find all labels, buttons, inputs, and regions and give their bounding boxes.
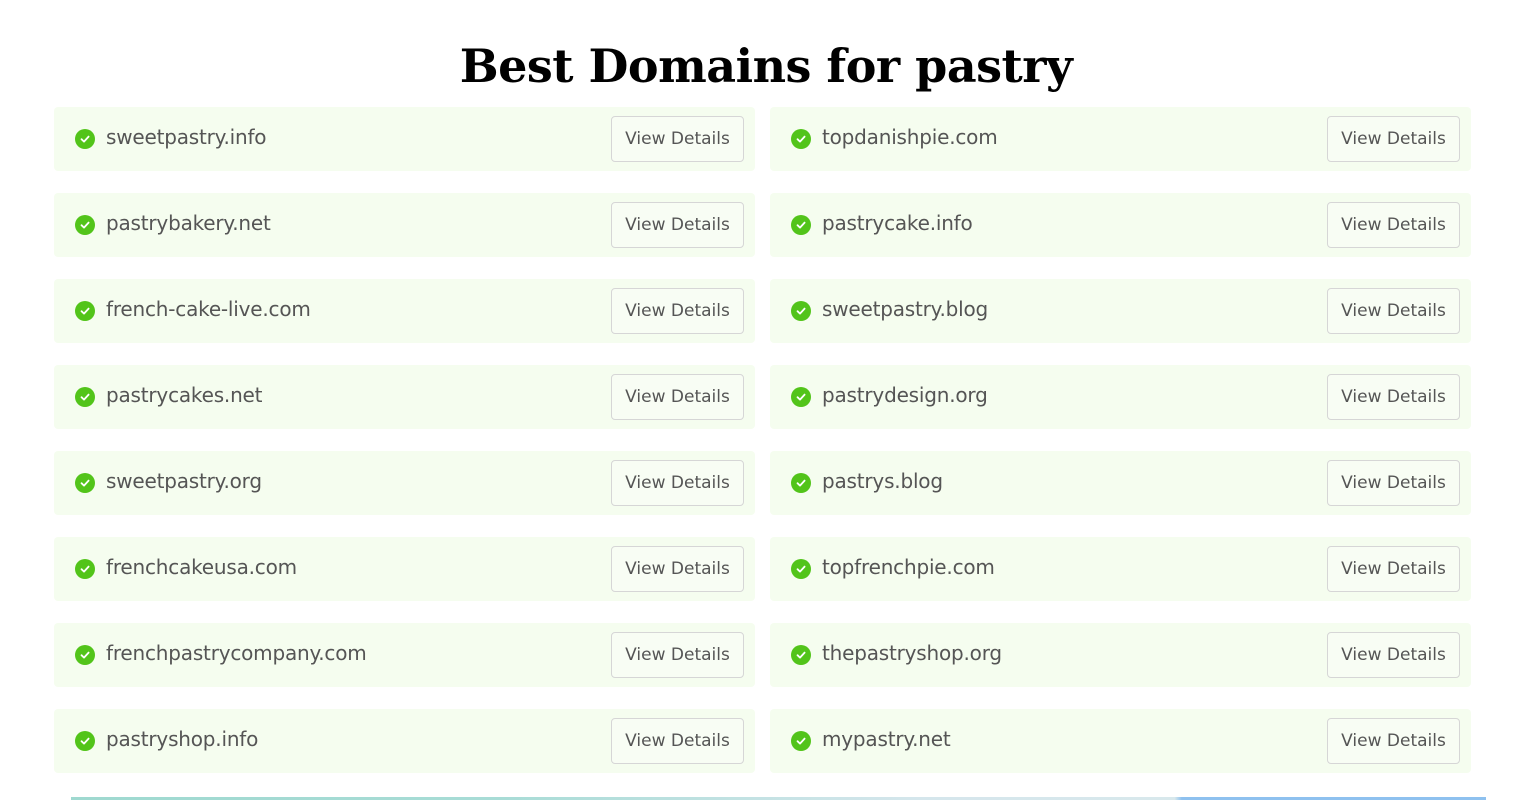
- domain-list: sweetpastry.info View Details topdanishpie…: [54, 107, 1471, 773]
- domain-card: sweetpastry.org View Details: [54, 451, 755, 515]
- check-circle-icon: [791, 559, 811, 579]
- check-circle-icon: [75, 559, 95, 579]
- domain-name: pastrycakes.net: [106, 383, 263, 407]
- check-circle-icon: [791, 215, 811, 235]
- view-details-button[interactable]: View Details: [611, 460, 744, 506]
- check-circle-icon: [791, 645, 811, 665]
- check-circle-icon: [791, 473, 811, 493]
- domain-name: topfrenchpie.com: [822, 555, 995, 579]
- domain-name: pastrycake.info: [822, 211, 973, 235]
- domain-card: pastrys.blog View Details: [770, 451, 1471, 515]
- domain-name: pastryshop.info: [106, 727, 259, 751]
- domain-name: sweetpastry.blog: [822, 297, 988, 321]
- domain-card: sweetpastry.info View Details: [54, 107, 755, 171]
- check-circle-icon: [791, 301, 811, 321]
- view-details-button[interactable]: View Details: [1327, 202, 1460, 248]
- domain-card: topfrenchpie.com View Details: [770, 537, 1471, 601]
- domain-name: frenchpastrycompany.com: [106, 641, 367, 665]
- domain-name: pastrybakery.net: [106, 211, 271, 235]
- domain-name: topdanishpie.com: [822, 125, 998, 149]
- domain-name: pastrys.blog: [822, 469, 943, 493]
- domain-card: frenchcakeusa.com View Details: [54, 537, 755, 601]
- domain-name: frenchcakeusa.com: [106, 555, 297, 579]
- view-details-button[interactable]: View Details: [1327, 116, 1460, 162]
- domain-card: mypastry.net View Details: [770, 709, 1471, 773]
- check-circle-icon: [75, 215, 95, 235]
- view-details-button[interactable]: View Details: [1327, 718, 1460, 764]
- view-details-button[interactable]: View Details: [611, 546, 744, 592]
- domain-card: pastrycake.info View Details: [770, 193, 1471, 257]
- page-title: Best Domains for pastry: [0, 39, 1532, 93]
- view-details-button[interactable]: View Details: [611, 718, 744, 764]
- view-details-button[interactable]: View Details: [611, 202, 744, 248]
- domain-card: thepastryshop.org View Details: [770, 623, 1471, 687]
- check-circle-icon: [75, 387, 95, 407]
- check-circle-icon: [75, 645, 95, 665]
- domain-name: thepastryshop.org: [822, 641, 1002, 665]
- view-details-button[interactable]: View Details: [611, 288, 744, 334]
- check-circle-icon: [75, 129, 95, 149]
- check-circle-icon: [791, 129, 811, 149]
- view-details-button[interactable]: View Details: [1327, 288, 1460, 334]
- check-circle-icon: [75, 731, 95, 751]
- view-details-button[interactable]: View Details: [611, 116, 744, 162]
- view-details-button[interactable]: View Details: [611, 632, 744, 678]
- domain-card: pastryshop.info View Details: [54, 709, 755, 773]
- domain-card: frenchpastrycompany.com View Details: [54, 623, 755, 687]
- domain-card: pastrydesign.org View Details: [770, 365, 1471, 429]
- domain-card: pastrybakery.net View Details: [54, 193, 755, 257]
- check-circle-icon: [791, 387, 811, 407]
- domain-name: pastrydesign.org: [822, 383, 988, 407]
- domain-card: sweetpastry.blog View Details: [770, 279, 1471, 343]
- title-keyword: pastry: [915, 38, 1073, 93]
- view-details-button[interactable]: View Details: [1327, 546, 1460, 592]
- domain-card: pastrycakes.net View Details: [54, 365, 755, 429]
- view-details-button[interactable]: View Details: [1327, 460, 1460, 506]
- domain-card: topdanishpie.com View Details: [770, 107, 1471, 171]
- domain-name: mypastry.net: [822, 727, 951, 751]
- check-circle-icon: [75, 301, 95, 321]
- view-details-button[interactable]: View Details: [1327, 632, 1460, 678]
- view-details-button[interactable]: View Details: [1327, 374, 1460, 420]
- title-prefix: Best Domains for: [459, 38, 916, 93]
- view-details-button[interactable]: View Details: [611, 374, 744, 420]
- domain-name: sweetpastry.info: [106, 125, 267, 149]
- domain-name: french-cake-live.com: [106, 297, 311, 321]
- domain-name: sweetpastry.org: [106, 469, 262, 493]
- check-circle-icon: [75, 473, 95, 493]
- domain-card: french-cake-live.com View Details: [54, 279, 755, 343]
- check-circle-icon: [791, 731, 811, 751]
